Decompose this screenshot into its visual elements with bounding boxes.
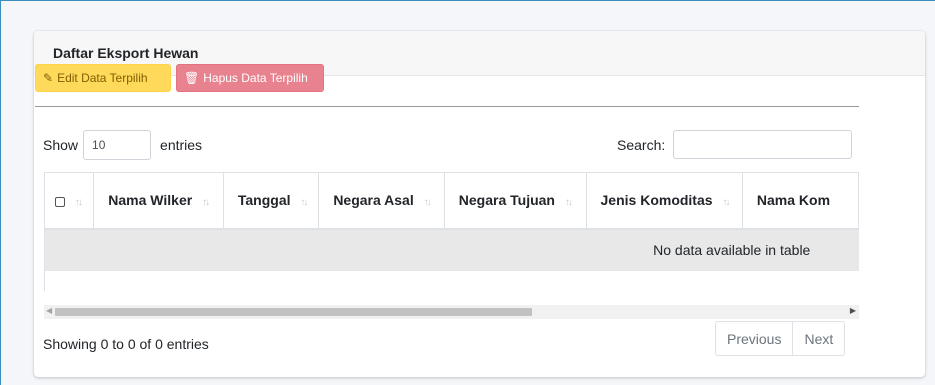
- column-label: Negara Asal: [333, 192, 414, 209]
- search-input[interactable]: [673, 130, 853, 159]
- select-all-checkbox[interactable]: [55, 196, 65, 207]
- edit-icon: ✎: [43, 71, 54, 85]
- column-header-negara-tujuan[interactable]: Negara Tujuan ↑↓: [444, 172, 587, 230]
- sort-icon: ↑↓: [564, 197, 573, 209]
- search-label: Search:: [617, 136, 666, 153]
- scroll-thumb[interactable]: [55, 308, 532, 316]
- trash-icon: 🗑︎: [184, 71, 200, 85]
- length-prefix: Show: [43, 137, 79, 153]
- empty-table-message: No data available in table: [45, 228, 859, 271]
- search-control: Search:: [617, 130, 853, 159]
- column-label: Nama Wilker: [108, 192, 193, 209]
- column-label: Tanggal: [237, 192, 291, 209]
- edit-selected-button[interactable]: ✎ Edit Data Terpilih: [35, 64, 171, 92]
- column-header-negara-asal[interactable]: Negara Asal ↑↓: [318, 172, 445, 230]
- card-title: Daftar Eksport Hewan: [53, 45, 199, 61]
- select-all-column-header[interactable]: ↑↓: [45, 172, 95, 230]
- scroll-left-icon[interactable]: ◀: [46, 306, 52, 315]
- pagination: Previous Next: [715, 321, 846, 356]
- table-info: Showing 0 to 0 of 0 entries: [43, 336, 209, 352]
- column-label: Nama Kom: [756, 192, 831, 209]
- edit-selected-label: Edit Data Terpilih: [57, 71, 148, 85]
- toolbar-divider: [35, 106, 859, 107]
- entries-length-control: Show 10 entries: [43, 130, 202, 160]
- column-header-tanggal[interactable]: Tanggal ↑↓: [223, 172, 320, 230]
- sort-icon: ↑↓: [74, 197, 83, 209]
- horizontal-scrollbar[interactable]: ◀ ▶: [44, 305, 859, 319]
- app-frame: Daftar Eksport Hewan ✎ Edit Data Terpili…: [0, 0, 935, 385]
- column-header-nama-wilker[interactable]: Nama Wilker ↑↓: [93, 172, 224, 230]
- column-header-jenis-komoditas[interactable]: Jenis Komoditas ↑↓: [586, 172, 743, 230]
- column-header-nama-komoditas[interactable]: Nama Kom: [742, 172, 859, 230]
- length-suffix: entries: [160, 137, 203, 153]
- column-label: Negara Tujuan: [458, 192, 555, 209]
- empty-table-row: No data available in table: [45, 228, 859, 271]
- toolbar: ✎ Edit Data Terpilih 🗑︎ Hapus Data Terpi…: [35, 64, 324, 92]
- sort-icon: ↑↓: [202, 197, 210, 209]
- column-label: Jenis Komoditas: [600, 192, 713, 209]
- delete-selected-button[interactable]: 🗑︎ Hapus Data Terpilih: [176, 64, 324, 92]
- table-scroll-area: ↑↓ Nama Wilker ↑↓ Tanggal ↑↓ Negara Asal…: [44, 172, 859, 291]
- sort-icon: ↑↓: [722, 197, 730, 209]
- previous-page-button[interactable]: Previous: [715, 321, 794, 356]
- table-header-row: ↑↓ Nama Wilker ↑↓ Tanggal ↑↓ Negara Asal…: [45, 172, 859, 230]
- scroll-right-icon[interactable]: ▶: [850, 306, 856, 315]
- sort-icon: ↑↓: [423, 197, 432, 209]
- delete-selected-label: Hapus Data Terpilih: [203, 71, 308, 85]
- sort-icon: ↑↓: [300, 197, 308, 209]
- next-page-button[interactable]: Next: [793, 321, 846, 356]
- data-table: ↑↓ Nama Wilker ↑↓ Tanggal ↑↓ Negara Asal…: [45, 172, 859, 271]
- entries-select[interactable]: 10: [83, 130, 152, 160]
